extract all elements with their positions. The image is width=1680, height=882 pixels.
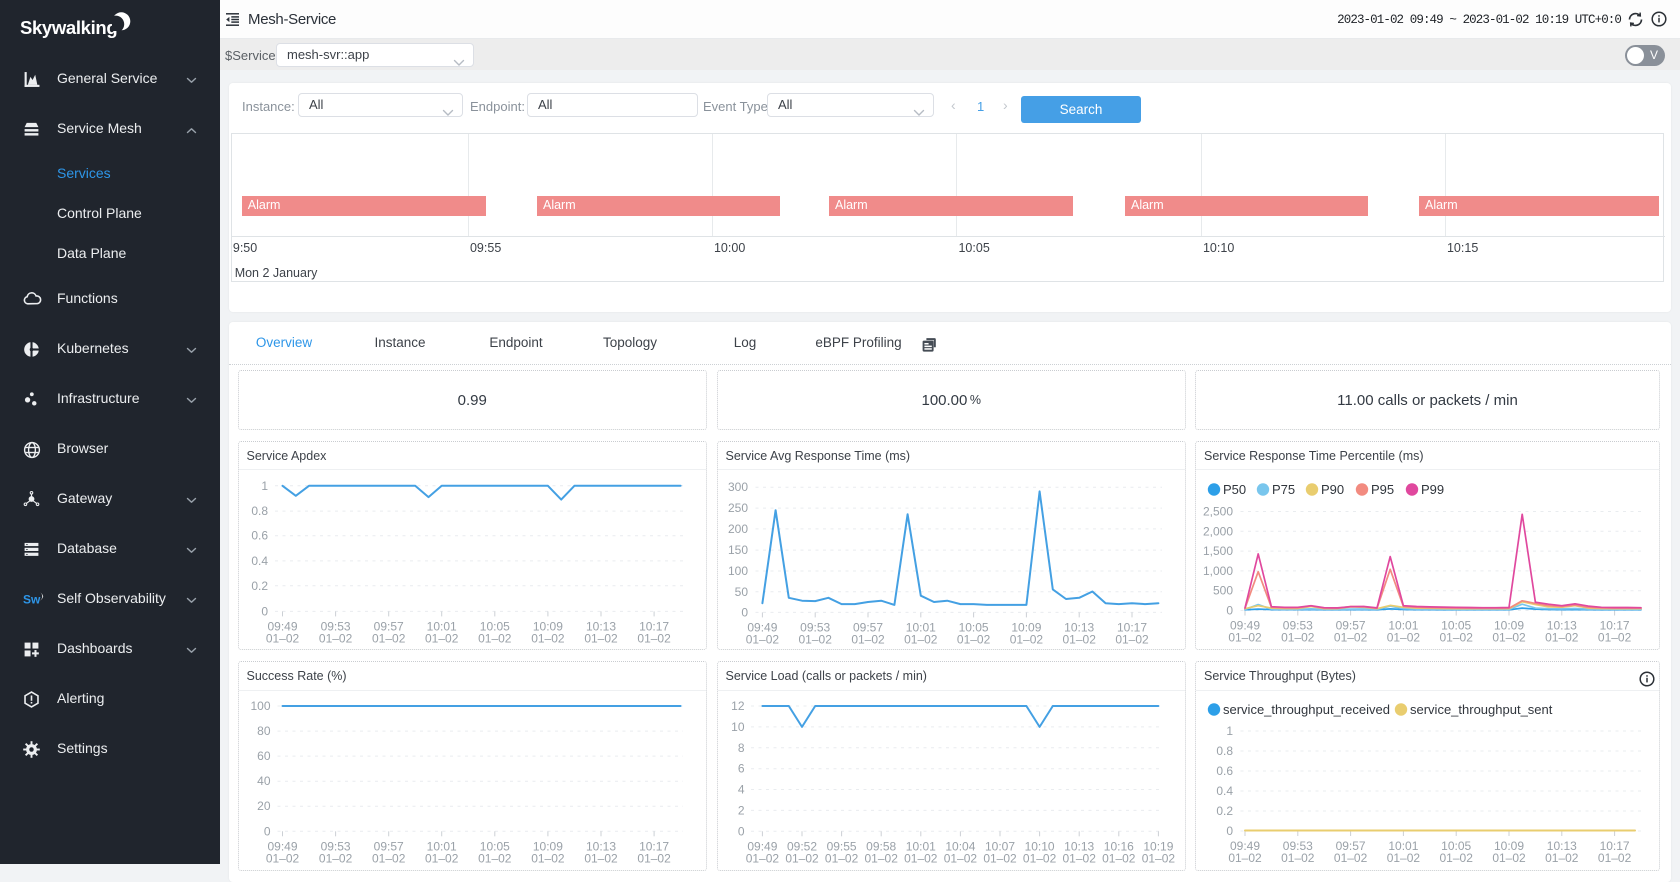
- svg-text:01–02: 01–02: [785, 851, 819, 865]
- svg-text:0: 0: [261, 604, 268, 618]
- svg-text:500: 500: [1213, 583, 1233, 597]
- svg-text:01–02: 01–02: [1334, 630, 1368, 644]
- svg-text:01–02: 01–02: [745, 851, 779, 865]
- svg-text:01–02: 01–02: [1281, 630, 1315, 644]
- svg-text:250: 250: [727, 501, 747, 515]
- svg-text:service_throughput_received: service_throughput_received: [1223, 702, 1390, 717]
- svg-text:01–02: 01–02: [318, 631, 352, 645]
- svg-text:P75: P75: [1272, 482, 1295, 497]
- svg-text:01–02: 01–02: [531, 631, 565, 645]
- svg-text:0: 0: [263, 824, 270, 838]
- svg-text:20: 20: [257, 799, 271, 813]
- svg-text:100: 100: [250, 699, 270, 713]
- svg-text:01–02: 01–02: [956, 632, 990, 646]
- svg-text:01–02: 01–02: [584, 851, 618, 865]
- svg-text:01–02: 01–02: [1545, 851, 1579, 865]
- svg-text:01–02: 01–02: [851, 632, 885, 646]
- svg-text:01–02: 01–02: [745, 632, 779, 646]
- svg-text:0.2: 0.2: [1216, 804, 1233, 818]
- svg-text:01–02: 01–02: [265, 851, 299, 865]
- svg-text:01–02: 01–02: [864, 851, 898, 865]
- svg-text:P90: P90: [1321, 482, 1344, 497]
- svg-text:2,500: 2,500: [1203, 504, 1233, 518]
- svg-text:Sw: Sw: [23, 593, 41, 607]
- svg-text:0.4: 0.4: [1216, 784, 1233, 798]
- svg-text:01–02: 01–02: [372, 851, 406, 865]
- svg-text:01–02: 01–02: [798, 632, 832, 646]
- svg-text:01–02: 01–02: [1598, 851, 1632, 865]
- svg-text:300: 300: [727, 480, 747, 494]
- svg-text:0.6: 0.6: [251, 528, 268, 542]
- svg-text:80: 80: [257, 724, 271, 738]
- svg-text:01–02: 01–02: [478, 631, 512, 645]
- svg-text:P50: P50: [1223, 482, 1246, 497]
- svg-text:01–02: 01–02: [1281, 851, 1315, 865]
- svg-text:12: 12: [731, 699, 745, 713]
- svg-text:01–02: 01–02: [943, 851, 977, 865]
- svg-text:0: 0: [1226, 603, 1233, 617]
- svg-text:4: 4: [737, 783, 744, 797]
- svg-text:6: 6: [737, 762, 744, 776]
- svg-text:01–02: 01–02: [1598, 630, 1632, 644]
- svg-text:01–02: 01–02: [1387, 851, 1421, 865]
- svg-text:01–02: 01–02: [1492, 630, 1526, 644]
- svg-text:01–02: 01–02: [904, 632, 938, 646]
- svg-text:service_throughput_sent: service_throughput_sent: [1410, 702, 1553, 717]
- svg-text:01–02: 01–02: [637, 631, 671, 645]
- svg-text:01–02: 01–02: [904, 851, 938, 865]
- svg-text:01–02: 01–02: [1440, 851, 1474, 865]
- svg-text:8: 8: [737, 741, 744, 755]
- svg-text:01–02: 01–02: [824, 851, 858, 865]
- svg-text:01–02: 01–02: [1545, 630, 1579, 644]
- svg-text:100: 100: [727, 564, 747, 578]
- svg-text:0.8: 0.8: [251, 504, 268, 518]
- svg-text:1: 1: [1226, 724, 1233, 738]
- svg-text:10: 10: [731, 720, 745, 734]
- svg-text:0.6: 0.6: [1216, 764, 1233, 778]
- svg-text:01–02: 01–02: [265, 631, 299, 645]
- svg-text:01–02: 01–02: [1141, 851, 1175, 865]
- svg-text:01–02: 01–02: [1062, 632, 1096, 646]
- svg-text:01–02: 01–02: [318, 851, 352, 865]
- svg-text:01–02: 01–02: [1387, 630, 1421, 644]
- svg-text:01–02: 01–02: [372, 631, 406, 645]
- svg-text:01–02: 01–02: [1115, 632, 1149, 646]
- svg-text:1: 1: [261, 478, 268, 492]
- svg-text:01–02: 01–02: [637, 851, 671, 865]
- svg-text:0: 0: [737, 824, 744, 838]
- svg-text:01–02: 01–02: [425, 851, 459, 865]
- svg-text:P95: P95: [1371, 482, 1394, 497]
- svg-text:01–02: 01–02: [983, 851, 1017, 865]
- svg-text:2,000: 2,000: [1203, 524, 1233, 538]
- svg-text:01–02: 01–02: [1492, 851, 1526, 865]
- svg-text:200: 200: [727, 521, 747, 535]
- svg-text:150: 150: [727, 543, 747, 557]
- svg-text:01–02: 01–02: [1334, 851, 1368, 865]
- svg-text:2: 2: [737, 803, 744, 817]
- svg-text:01–02: 01–02: [1228, 851, 1262, 865]
- svg-text:01–02: 01–02: [425, 631, 459, 645]
- svg-text:0: 0: [1226, 824, 1233, 838]
- svg-text:01–02: 01–02: [1440, 630, 1474, 644]
- svg-text:40: 40: [257, 774, 271, 788]
- svg-text:01–02: 01–02: [584, 631, 618, 645]
- svg-text:01–02: 01–02: [1022, 851, 1056, 865]
- svg-text:01–02: 01–02: [1009, 632, 1043, 646]
- svg-text:60: 60: [257, 749, 271, 763]
- svg-text:01–02: 01–02: [478, 851, 512, 865]
- svg-text:01–02: 01–02: [1228, 630, 1262, 644]
- svg-text:0.4: 0.4: [251, 553, 268, 567]
- svg-text:P99: P99: [1421, 482, 1444, 497]
- svg-text:0: 0: [741, 605, 748, 619]
- svg-text:1,000: 1,000: [1203, 563, 1233, 577]
- svg-text:1,500: 1,500: [1203, 544, 1233, 558]
- svg-text:01–02: 01–02: [1102, 851, 1136, 865]
- svg-text:0.2: 0.2: [251, 578, 268, 592]
- svg-text:50: 50: [734, 584, 748, 598]
- svg-text:0.8: 0.8: [1216, 744, 1233, 758]
- svg-text:01–02: 01–02: [1062, 851, 1096, 865]
- svg-text:01–02: 01–02: [531, 851, 565, 865]
